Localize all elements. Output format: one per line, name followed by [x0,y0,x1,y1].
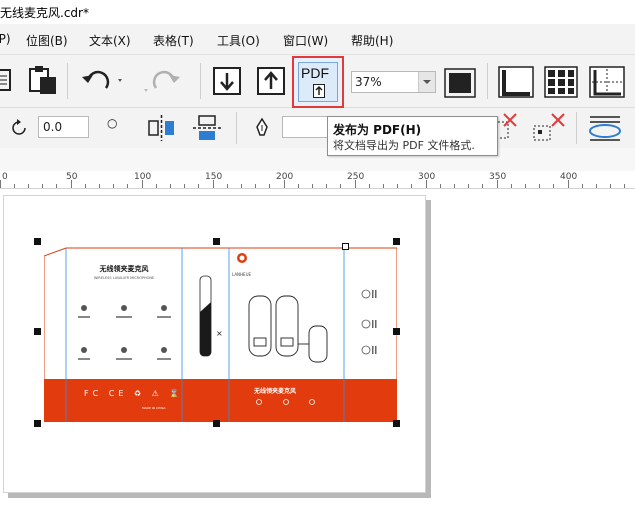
export-icon[interactable] [255,66,287,96]
horizontal-ruler[interactable]: 0 50 100 150 200 250 300 350 400 [0,171,635,189]
artwork-subtitle: WIRELESS LAVALIER MICROPHONE [93,276,155,280]
window-title: 无线麦克风.cdr* [0,6,89,20]
ruler-tick-label: 200 [276,172,294,182]
mirror-horizontal-icon[interactable] [146,113,178,143]
menu-table[interactable]: 表格(T) [153,32,194,49]
svg-text:×: × [216,329,223,338]
ruler-tick-label: 400 [560,172,578,182]
tooltip-title: 发布为 PDF(H) [333,123,422,137]
selection-handle[interactable] [393,420,400,427]
import-icon[interactable] [211,66,243,96]
undo-icon[interactable] [78,65,126,97]
menu-bitmaps[interactable]: 位图(B) [26,32,68,49]
menu-tools[interactable]: 工具(O) [217,32,260,49]
zoom-level-value: 37% [355,75,382,89]
pdf-icon-label: PDF [301,65,329,81]
rotate-icon [10,118,30,138]
selection-handle[interactable] [213,238,220,245]
artwork-title: 无线领夹麦克风 [99,265,149,273]
artwork-brand: LANHEUE [232,272,252,277]
degree-icon: ○ [107,116,118,130]
pdf-icon: PDF [298,62,338,102]
redo-icon[interactable] [136,65,184,97]
remove-node-icon[interactable] [530,112,570,144]
property-bar: 0.0 ○ [0,108,635,149]
selection-handle[interactable] [34,420,41,427]
selection-handle[interactable] [393,238,400,245]
rotation-angle-input[interactable]: 0.0 [38,116,89,138]
publish-pdf-button[interactable]: PDF [292,56,344,108]
ruler-tick-label: 50 [66,172,78,182]
zoom-level-select[interactable]: 37% [351,71,436,93]
selection-handle[interactable] [34,328,41,335]
menu-layout-partial[interactable]: (P) [0,32,11,46]
ruler-tick-label: 250 [347,172,365,182]
menu-help[interactable]: 帮助(H) [351,32,393,49]
ruler-corner-area [0,148,635,171]
tooltip-description: 将文档导出为 PDF 文件格式. [333,139,475,152]
ruler-tick-label: 150 [205,172,223,182]
packaging-artwork[interactable]: × 无线领夹麦克风 WIRELESS LAVALIER MICROPHONE L… [44,246,397,422]
save-icon[interactable] [0,65,16,95]
rulers-icon[interactable] [496,64,536,100]
menu-bar: (P) 位图(B) 文本(X) 表格(T) 工具(O) 窗口(W) 帮助(H) [0,24,635,55]
chevron-down-icon[interactable] [418,72,435,92]
paste-icon[interactable] [27,65,59,97]
rotation-angle-value: 0.0 [43,120,63,134]
ruler-tick-label: 300 [418,172,436,182]
ruler-tick-label: 350 [489,172,507,182]
publish-pdf-tooltip: 发布为 PDF(H) 将文档导出为 PDF 文件格式. [327,116,498,156]
ruler-tick-label: 0 [2,172,8,182]
grid-icon[interactable] [541,64,581,100]
mirror-vertical-icon[interactable] [191,113,223,143]
ruler-tick-label: 100 [134,172,152,182]
artwork-red-band: FC CE ♻ ⚠ ⌛ MADE IN CHINA 无线领夹麦克风 [44,379,397,422]
rotation-center-handle[interactable] [342,243,349,250]
selection-handle[interactable] [213,420,220,427]
menu-window[interactable]: 窗口(W) [283,32,328,49]
full-screen-preview-icon[interactable] [442,66,478,100]
selection-handle[interactable] [34,238,41,245]
selection-handle[interactable] [393,328,400,335]
pen-nib-icon[interactable] [253,117,271,139]
guidelines-icon[interactable] [587,64,627,100]
title-bar: 无线麦克风.cdr* [0,0,635,24]
outline-width-input[interactable] [282,116,330,138]
text-wrap-icon[interactable] [586,112,626,144]
menu-text[interactable]: 文本(X) [89,32,131,49]
